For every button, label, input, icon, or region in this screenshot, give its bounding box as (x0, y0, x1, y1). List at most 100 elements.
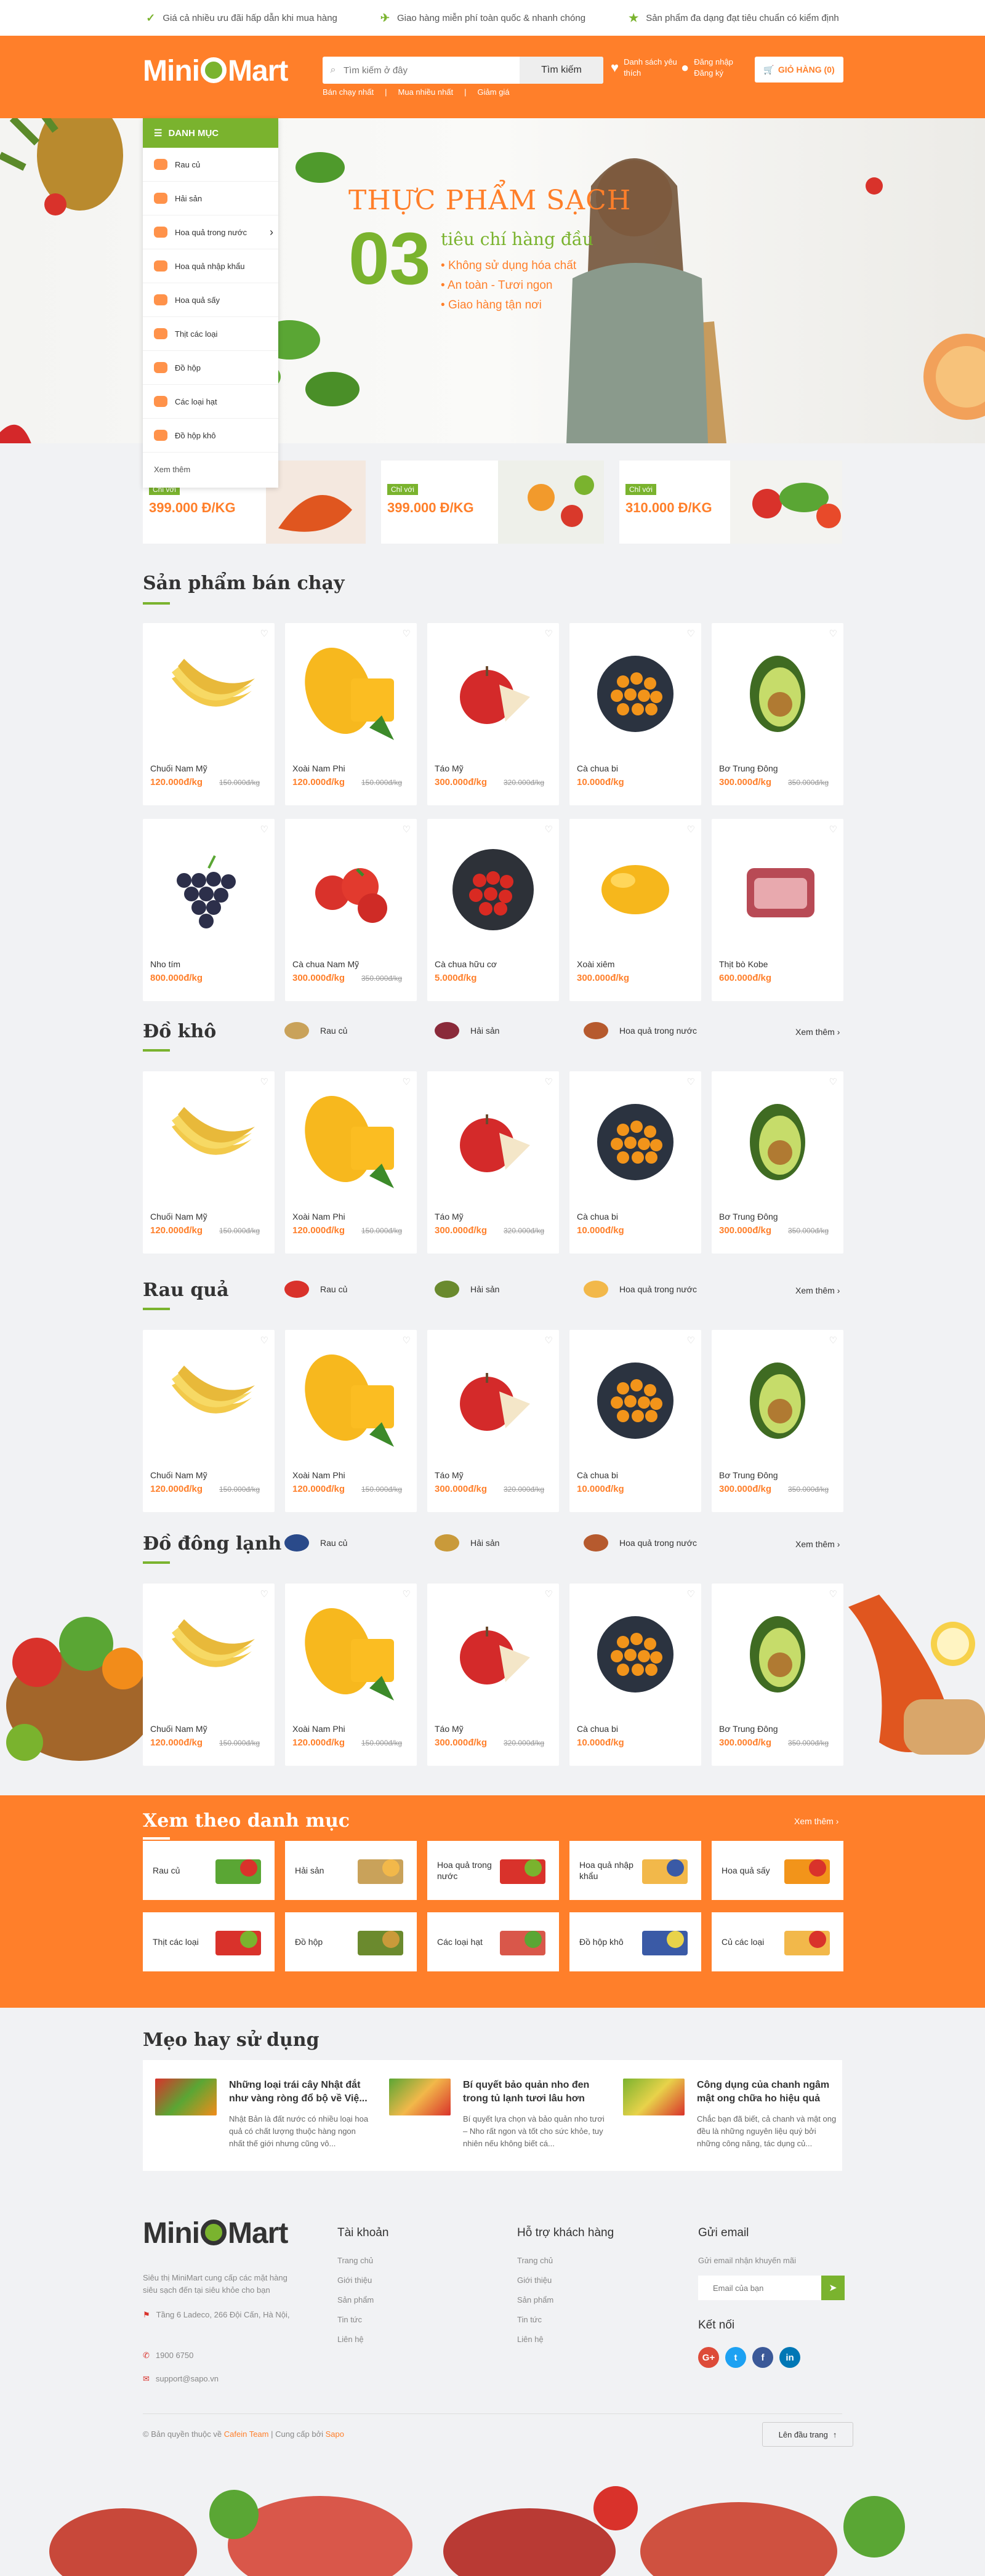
footer-link[interactable]: Tin tức (517, 2310, 553, 2330)
category-item[interactable]: Hoa quả trong nước › (143, 215, 278, 249)
product-name[interactable]: Xoài Nam Phi (292, 1724, 345, 1734)
register-link[interactable]: Đăng ký (694, 68, 733, 79)
product-card[interactable]: ♡ Táo Mỹ 300.000đ/kg 320.000đ/kg (427, 1071, 559, 1254)
product-name[interactable]: Táo Mỹ (435, 763, 464, 773)
product-card[interactable]: ♡ Nho tím 800.000đ/kg (143, 819, 275, 1001)
tab-hai-san[interactable]: Hải sản (435, 1534, 499, 1552)
product-card[interactable]: ♡ Cà chua bi 10.000đ/kg (569, 1330, 701, 1512)
product-name[interactable]: Cà chua Nam Mỹ (292, 959, 359, 969)
tab-rau-cu[interactable]: Rau củ (284, 1281, 347, 1298)
wishlist-heart-icon[interactable]: ♡ (545, 628, 553, 639)
product-name[interactable]: Táo Mỹ (435, 1470, 464, 1480)
product-name[interactable]: Táo Mỹ (435, 1212, 464, 1222)
product-name[interactable]: Xoài xiêm (577, 959, 614, 969)
footer-link[interactable]: Giới thiệu (517, 2271, 553, 2290)
twitter-icon[interactable]: t (725, 2347, 746, 2368)
category-item[interactable]: Hoa quả nhập khẩu (143, 249, 278, 283)
product-card[interactable]: ♡ Bơ Trung Đông 300.000đ/kg 350.000đ/kg (712, 1584, 843, 1766)
product-name[interactable]: Cà chua bi (577, 1470, 618, 1480)
product-card[interactable]: ♡ Chuối Nam Mỹ 120.000đ/kg 150.000đ/kg (143, 1071, 275, 1254)
product-card[interactable]: ♡ Cà chua bi 10.000đ/kg (569, 623, 701, 805)
footer-link[interactable]: Trang chủ (337, 2251, 374, 2271)
product-name[interactable]: Chuối Nam Mỹ (150, 1724, 207, 1734)
product-card[interactable]: ♡ Táo Mỹ 300.000đ/kg 320.000đ/kg (427, 1330, 559, 1512)
site-logo[interactable]: Mini Mart (143, 54, 288, 88)
product-name[interactable]: Bơ Trung Đông (719, 1470, 778, 1480)
product-name[interactable]: Chuối Nam Mỹ (150, 1212, 207, 1222)
wishlist-heart-icon[interactable]: ♡ (403, 1335, 411, 1346)
product-card[interactable]: ♡ Chuối Nam Mỹ 120.000đ/kg 150.000đ/kg (143, 1330, 275, 1512)
wishlist-heart-icon[interactable]: ♡ (545, 824, 553, 835)
product-card[interactable]: ♡ Bơ Trung Đông 300.000đ/kg 350.000đ/kg (712, 1330, 843, 1512)
quick-link-bestseller[interactable]: Bán chạy nhất (323, 87, 374, 97)
linkedin-icon[interactable]: in (779, 2347, 800, 2368)
wishlist-heart-icon[interactable]: ♡ (260, 824, 268, 835)
product-name[interactable]: Nho tím (150, 959, 180, 969)
wishlist-heart-icon[interactable]: ♡ (403, 824, 411, 835)
category-box[interactable]: Các loại hạt (427, 1912, 559, 1971)
category-box[interactable]: Đồ hộp khô (569, 1912, 701, 1971)
category-box[interactable]: Hoa quả nhập khẩu (569, 1841, 701, 1900)
category-item[interactable]: Hoa quả sấy (143, 283, 278, 317)
wishlist-heart-icon[interactable]: ♡ (829, 628, 837, 639)
footer-email[interactable]: ✉ support@sapo.vn (143, 2369, 219, 2389)
product-card[interactable]: ♡ Táo Mỹ 300.000đ/kg 320.000đ/kg (427, 1584, 559, 1766)
wishlist-heart-icon[interactable]: ♡ (687, 1076, 695, 1087)
facebook-icon[interactable]: f (752, 2347, 773, 2368)
product-card[interactable]: ♡ Xoài Nam Phi 120.000đ/kg 150.000đ/kg (285, 1584, 417, 1766)
wishlist-link[interactable]: ♥ Danh sách yêu thích (611, 57, 678, 79)
product-card[interactable]: ♡ Cà chua bi 10.000đ/kg (569, 1584, 701, 1766)
wishlist-heart-icon[interactable]: ♡ (829, 1335, 837, 1346)
tab-hoa-qua[interactable]: Hoa quả trong nước (584, 1534, 697, 1552)
see-more-link[interactable]: Xem thêm › (795, 1286, 840, 1295)
newsletter-email-input[interactable] (698, 2276, 821, 2300)
product-name[interactable]: Bơ Trung Đông (719, 1212, 778, 1222)
wishlist-heart-icon[interactable]: ♡ (829, 1076, 837, 1087)
product-card[interactable]: ♡ Bơ Trung Đông 300.000đ/kg 350.000đ/kg (712, 1071, 843, 1254)
product-card[interactable]: ♡ Chuối Nam Mỹ 120.000đ/kg 150.000đ/kg (143, 623, 275, 805)
product-name[interactable]: Xoài Nam Phi (292, 1212, 345, 1222)
category-item[interactable]: Hải sản (143, 182, 278, 215)
category-box[interactable]: Hoa quả trong nước (427, 1841, 559, 1900)
footer-phone[interactable]: ✆ 1900 6750 (143, 2346, 193, 2365)
category-box[interactable]: Thịt các loại (143, 1912, 275, 1971)
product-name[interactable]: Cà chua bi (577, 1724, 618, 1734)
google-plus-icon[interactable]: G+ (698, 2347, 719, 2368)
footer-link[interactable]: Liên hệ (337, 2330, 374, 2349)
category-box[interactable]: Đồ hộp (285, 1912, 417, 1971)
category-item[interactable]: Đồ hộp khô (143, 419, 278, 453)
quick-link-most-bought[interactable]: Mua nhiều nhất (398, 87, 454, 97)
product-card[interactable]: ♡ Táo Mỹ 300.000đ/kg 320.000đ/kg (427, 623, 559, 805)
footer-link[interactable]: Tin tức (337, 2310, 374, 2330)
category-item[interactable]: Đồ hộp (143, 351, 278, 385)
wishlist-heart-icon[interactable]: ♡ (403, 628, 411, 639)
category-box[interactable]: Hoa quả sấy (712, 1841, 843, 1900)
wishlist-heart-icon[interactable]: ♡ (687, 1588, 695, 1600)
search-input[interactable] (344, 57, 520, 84)
footer-link[interactable]: Giới thiệu (337, 2271, 374, 2290)
wishlist-heart-icon[interactable]: ♡ (687, 1335, 695, 1346)
product-card[interactable]: ♡ Xoài Nam Phi 120.000đ/kg 150.000đ/kg (285, 1330, 417, 1512)
product-name[interactable]: Thịt bò Kobe (719, 959, 768, 969)
wishlist-heart-icon[interactable]: ♡ (687, 628, 695, 639)
wishlist-heart-icon[interactable]: ♡ (829, 824, 837, 835)
search-button[interactable]: Tìm kiếm (520, 57, 603, 84)
footer-link[interactable]: Sản phẩm (517, 2290, 553, 2310)
back-to-top-button[interactable]: Lên đầu trang ↑ (762, 2422, 853, 2447)
product-name[interactable]: Bơ Trung Đông (719, 1724, 778, 1734)
product-name[interactable]: Xoài Nam Phi (292, 1470, 345, 1480)
quick-link-discount[interactable]: Giảm giá (478, 87, 510, 97)
product-card[interactable]: ♡ Xoài Nam Phi 120.000đ/kg 150.000đ/kg (285, 623, 417, 805)
product-card[interactable]: ♡ Cà chua bi 10.000đ/kg (569, 1071, 701, 1254)
team-link[interactable]: Cafein Team (224, 2429, 269, 2439)
product-name[interactable]: Cà chua bi (577, 1212, 618, 1222)
see-more-link[interactable]: Xem thêm › (794, 1816, 838, 1826)
promo-banner[interactable]: Chỉ với 399.000 Đ/KG (381, 461, 604, 544)
blog-title[interactable]: Bí quyết bảo quản nho đen trong tủ lạnh … (463, 2079, 605, 2106)
category-box[interactable]: Củ các loại (712, 1912, 843, 1971)
category-item[interactable]: Các loại hạt (143, 385, 278, 419)
tab-hai-san[interactable]: Hải sản (435, 1022, 499, 1039)
footer-link[interactable]: Trang chủ (517, 2251, 553, 2271)
see-more-link[interactable]: Xem thêm › (795, 1539, 840, 1549)
wishlist-heart-icon[interactable]: ♡ (545, 1588, 553, 1600)
